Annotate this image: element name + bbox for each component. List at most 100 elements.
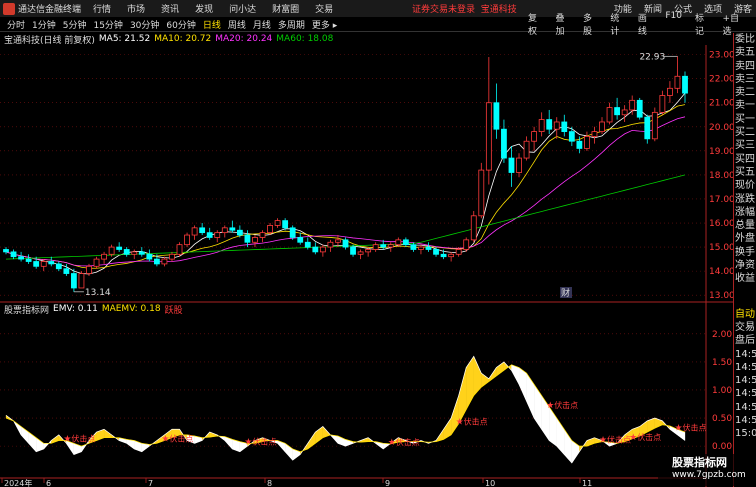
menu-market-quotes[interactable]: 行情 xyxy=(93,2,111,15)
period-daily[interactable]: 日线 xyxy=(203,18,221,31)
tool-multi-stock[interactable]: 多股 xyxy=(583,11,597,37)
quote-field-1: 卖五 xyxy=(735,47,755,59)
period-30min[interactable]: 30分钟 xyxy=(130,18,159,31)
quote-field-10: 买五 xyxy=(735,166,755,178)
candle-body xyxy=(10,251,17,258)
tool-statistics[interactable]: 统计 xyxy=(610,11,624,37)
candle-body xyxy=(478,169,485,217)
menu-news[interactable]: 资讯 xyxy=(161,2,179,15)
emv-fill-band xyxy=(443,417,452,440)
quote-field-5: 卖一 xyxy=(735,100,755,112)
ma60-value: MA60: 18.08 xyxy=(276,34,334,44)
tool-f10[interactable]: F10 xyxy=(665,11,682,37)
period-weekly[interactable]: 周线 xyxy=(228,18,246,31)
period-intraday[interactable]: 分时 xyxy=(7,18,25,31)
quote-field-0: 委比 xyxy=(735,34,755,45)
candle-body xyxy=(101,253,107,260)
candle-body xyxy=(387,244,394,248)
login-warning[interactable]: 证券交易未登录 宝通科技 xyxy=(412,2,517,15)
indicator-tick-label: 2.00 xyxy=(712,330,732,340)
quote-field-14: 总量 xyxy=(735,220,755,232)
menu-discover[interactable]: 发现 xyxy=(195,2,213,15)
quote-field-8: 买三 xyxy=(735,140,755,152)
quote-field-15: 外盘 xyxy=(735,233,755,245)
candle-body xyxy=(402,239,409,246)
tick-row-5: 14:5 xyxy=(735,375,756,387)
period-60min[interactable]: 60分钟 xyxy=(166,18,195,31)
candle-body xyxy=(25,258,32,262)
price-tick-label: 17.00 xyxy=(709,195,733,205)
menu-market[interactable]: 市场 xyxy=(127,2,145,15)
tool-adjust[interactable]: 复权 xyxy=(528,11,542,37)
signal-star-icon: ★ xyxy=(244,437,252,447)
menu-trade[interactable]: 交易 xyxy=(315,2,333,15)
candle-body xyxy=(659,95,666,113)
candle-body xyxy=(538,119,545,133)
signal-label: 伏击点 xyxy=(396,437,420,447)
candle-body xyxy=(63,268,70,274)
tool-mark[interactable]: 标记 xyxy=(695,11,709,37)
candle-body xyxy=(259,232,266,238)
candle-body xyxy=(123,249,130,255)
tick-row-0[interactable]: 自动 xyxy=(734,308,756,321)
x-axis-label: 7 xyxy=(148,479,153,487)
signal-star-icon: ★ xyxy=(629,433,637,443)
candle-body xyxy=(108,246,115,255)
candle-body xyxy=(244,234,251,243)
candle-body xyxy=(621,109,628,116)
price-tick-label: 18.00 xyxy=(709,171,733,181)
candle-body xyxy=(199,227,206,234)
ma5-value: MA5: 21.52 xyxy=(98,34,151,44)
candle-body xyxy=(304,241,311,248)
candle-body xyxy=(425,246,432,250)
watermark: 股票指标网 www.7gpzb.com xyxy=(658,454,746,486)
period-15min[interactable]: 15分钟 xyxy=(93,18,122,31)
emv-fill-band xyxy=(533,383,542,430)
period-toolbar: 分时 1分钟 5分钟 15分钟 30分钟 60分钟 日线 周线 月线 多周期 更… xyxy=(0,11,756,37)
period-monthly[interactable]: 月线 xyxy=(253,18,271,31)
panel-spacer xyxy=(734,286,756,308)
candle-body xyxy=(78,273,85,289)
indicator-tick-label: 1.00 xyxy=(712,386,732,396)
x-axis-label: 6 xyxy=(46,479,51,487)
stock-label[interactable]: 宝通科技(日线 前复权) xyxy=(4,33,95,46)
period-1min[interactable]: 1分钟 xyxy=(32,18,56,31)
tool-overlay[interactable]: 叠加 xyxy=(555,11,569,37)
price-tick-label: 19.00 xyxy=(709,147,733,157)
emv-fill-band xyxy=(526,372,535,419)
candle-body xyxy=(214,232,221,238)
quote-field-7: 买二 xyxy=(735,127,755,139)
quote-field-11: 现价 xyxy=(735,180,755,192)
candle-body xyxy=(176,244,183,255)
tool-draw-line[interactable]: 画线 xyxy=(638,11,652,37)
kline-chart[interactable]: 23.00 22.00 21.00 20.00 19.00 18.00 17.00 16.00… xyxy=(0,45,733,487)
candle-body xyxy=(146,253,153,260)
emv-fill-band xyxy=(571,440,580,464)
tick-row-6: 14:5 xyxy=(735,388,756,400)
quote-field-9: 买四 xyxy=(735,153,755,165)
menu-ask-assistant[interactable]: 问小达 xyxy=(229,2,256,15)
candle-body xyxy=(501,128,507,159)
menu-wealth-circle[interactable]: 财富圈 xyxy=(272,2,299,15)
candle-body xyxy=(18,256,24,260)
candle-body xyxy=(606,107,613,123)
x-axis-label: 8 xyxy=(267,479,272,487)
candle-body xyxy=(153,258,160,265)
app-name: 通达信金融终端 xyxy=(18,5,82,15)
tick-row-1: 交易 xyxy=(735,321,755,333)
candle-body xyxy=(33,261,40,267)
maemv-line xyxy=(5,364,686,453)
price-tick-label: 13.00 xyxy=(709,291,733,301)
candle-body xyxy=(48,261,55,265)
candle-body xyxy=(350,246,356,255)
period-5min[interactable]: 5分钟 xyxy=(63,18,87,31)
candle-body xyxy=(546,119,553,130)
indicator-tick-label: 0.50 xyxy=(712,414,732,424)
candle-body xyxy=(297,237,304,243)
period-more[interactable]: 更多 ▸ xyxy=(312,18,337,31)
candle-body xyxy=(312,246,319,253)
signal-star-icon: ★ xyxy=(546,401,554,411)
price-legend: 宝通科技(日线 前复权) MA5: 21.52 MA10: 20.72 MA20… xyxy=(0,33,334,46)
period-multi[interactable]: 多周期 xyxy=(278,18,305,31)
emv-fill-band xyxy=(458,367,467,424)
